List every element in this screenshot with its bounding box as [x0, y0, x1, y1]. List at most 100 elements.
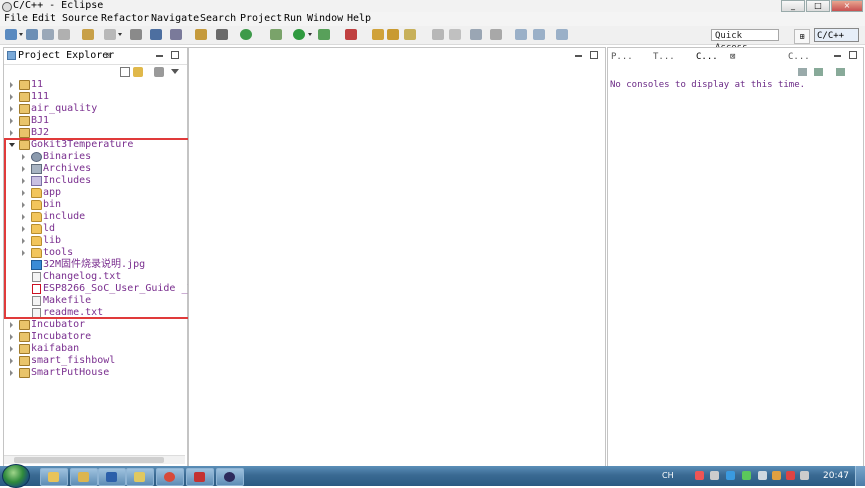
taskbar-app-word[interactable] — [98, 468, 126, 486]
clock[interactable]: 20:47 — [821, 466, 851, 486]
back-icon[interactable] — [515, 29, 527, 40]
run-icon[interactable] — [293, 29, 305, 40]
taskbar-app-browser[interactable] — [156, 468, 184, 486]
expand-icon[interactable] — [10, 94, 13, 100]
taskbar-app-eclipse[interactable] — [216, 468, 244, 486]
expand-icon[interactable] — [10, 82, 13, 88]
open-perspective-icon[interactable]: ⊞ — [794, 29, 810, 44]
expand-icon[interactable] — [22, 226, 25, 232]
expand-icon[interactable] — [10, 334, 13, 340]
menu-run[interactable]: Run — [284, 12, 302, 26]
expand-icon[interactable] — [10, 346, 13, 352]
taskbar-app-notes[interactable] — [126, 468, 154, 486]
previous-annotation-icon[interactable] — [490, 29, 502, 40]
update-icon[interactable] — [786, 471, 795, 480]
expand-icon[interactable] — [22, 214, 25, 220]
taskbar-app-pdf[interactable] — [186, 468, 214, 486]
debug-config-icon[interactable] — [130, 29, 142, 40]
qq-icon[interactable] — [772, 471, 781, 480]
refresh-icon[interactable] — [240, 29, 252, 40]
menu-navigate[interactable]: Navigate — [151, 12, 199, 26]
pencil-icon[interactable] — [404, 29, 416, 40]
menu-help[interactable]: Help — [347, 12, 371, 26]
save-icon[interactable] — [26, 29, 38, 40]
open-folder-icon[interactable] — [387, 29, 399, 40]
taskbar-app-files[interactable] — [70, 468, 98, 486]
new-class-icon[interactable] — [170, 29, 182, 40]
chevron-down-icon[interactable] — [308, 33, 312, 36]
chevron-down-icon[interactable] — [118, 33, 122, 36]
tab-tasks[interactable]: T... — [653, 50, 675, 64]
shield-icon[interactable] — [726, 471, 735, 480]
keyboard-icon[interactable] — [710, 471, 719, 480]
menu-refactor[interactable]: Refactor — [101, 12, 149, 26]
menu-search[interactable]: Search — [200, 12, 236, 26]
expand-icon[interactable] — [22, 166, 25, 172]
debug-icon[interactable] — [150, 29, 162, 40]
external-tools-icon[interactable] — [345, 29, 357, 40]
focus-icon[interactable] — [154, 67, 164, 77]
back-arrow-icon[interactable] — [533, 29, 545, 40]
start-button[interactable] — [2, 464, 30, 488]
chat-icon[interactable] — [742, 471, 751, 480]
cpp-perspective-button[interactable]: C/C++ — [814, 28, 859, 42]
horizontal-scrollbar[interactable] — [4, 455, 185, 464]
build-icon[interactable] — [82, 29, 94, 40]
forward-icon[interactable] — [556, 29, 568, 40]
maximize-icon[interactable] — [171, 51, 179, 59]
expand-icon[interactable] — [22, 190, 25, 196]
toggle-mark-icon[interactable] — [432, 29, 444, 40]
tab-problems[interactable]: P... — [611, 50, 633, 64]
display-console-icon[interactable] — [798, 68, 807, 76]
expand-icon[interactable] — [22, 178, 25, 184]
antivirus-icon[interactable] — [695, 471, 704, 480]
collapse-all-icon[interactable] — [120, 67, 130, 77]
quick-access-field[interactable]: Quick Access — [711, 29, 779, 53]
expand-icon[interactable] — [22, 238, 25, 244]
menu-source[interactable]: Source — [62, 12, 98, 26]
expand-icon[interactable] — [22, 154, 25, 160]
new-file-icon[interactable] — [216, 29, 228, 40]
expand-icon[interactable] — [10, 322, 13, 328]
print-icon[interactable] — [58, 29, 70, 40]
maximize-icon[interactable] — [849, 51, 857, 59]
new-folder-icon[interactable] — [195, 29, 207, 40]
open-type-icon[interactable] — [372, 29, 384, 40]
taskbar-app-explorer[interactable] — [40, 468, 68, 486]
collapse-icon[interactable] — [9, 143, 15, 147]
expand-icon[interactable] — [10, 106, 13, 112]
expand-icon[interactable] — [10, 370, 13, 376]
hammer-icon[interactable] — [104, 29, 116, 40]
close-icon[interactable]: ⊠ — [730, 50, 735, 64]
link-with-editor-icon[interactable] — [133, 67, 143, 77]
scrollbar-thumb[interactable] — [14, 457, 164, 463]
save-all-icon[interactable] — [42, 29, 54, 40]
next-annotation-icon[interactable] — [470, 29, 482, 40]
new-icon[interactable] — [5, 29, 17, 40]
network-icon[interactable] — [758, 471, 767, 480]
menu-edit[interactable]: Edit — [32, 12, 56, 26]
minimize-icon[interactable] — [156, 55, 163, 57]
chevron-down-icon[interactable] — [19, 33, 23, 36]
maximize-icon[interactable] — [590, 51, 598, 59]
bug-icon[interactable] — [270, 29, 282, 40]
close-icon[interactable]: ⊠ — [106, 48, 111, 64]
minimize-button[interactable]: _ — [781, 0, 805, 12]
pin-console-icon[interactable] — [836, 68, 845, 76]
editor-area[interactable] — [188, 47, 606, 467]
menu-project[interactable]: Project — [240, 12, 282, 26]
open-console-icon[interactable] — [814, 68, 823, 76]
expand-icon[interactable] — [10, 130, 13, 136]
menu-file[interactable]: File — [4, 12, 28, 26]
expand-icon[interactable] — [10, 358, 13, 364]
menu-window[interactable]: Window — [307, 12, 343, 26]
tab-console[interactable]: C... — [696, 50, 718, 64]
show-desktop-button[interactable] — [855, 466, 865, 486]
expand-icon[interactable] — [22, 202, 25, 208]
volume-icon[interactable] — [800, 471, 809, 480]
maximize-button[interactable]: □ — [806, 0, 830, 12]
expand-icon[interactable] — [22, 250, 25, 256]
minimize-icon[interactable] — [575, 55, 582, 57]
project-explorer-tab[interactable]: Project Explorer ⊠ — [4, 48, 187, 65]
view-menu-icon[interactable] — [171, 69, 179, 74]
